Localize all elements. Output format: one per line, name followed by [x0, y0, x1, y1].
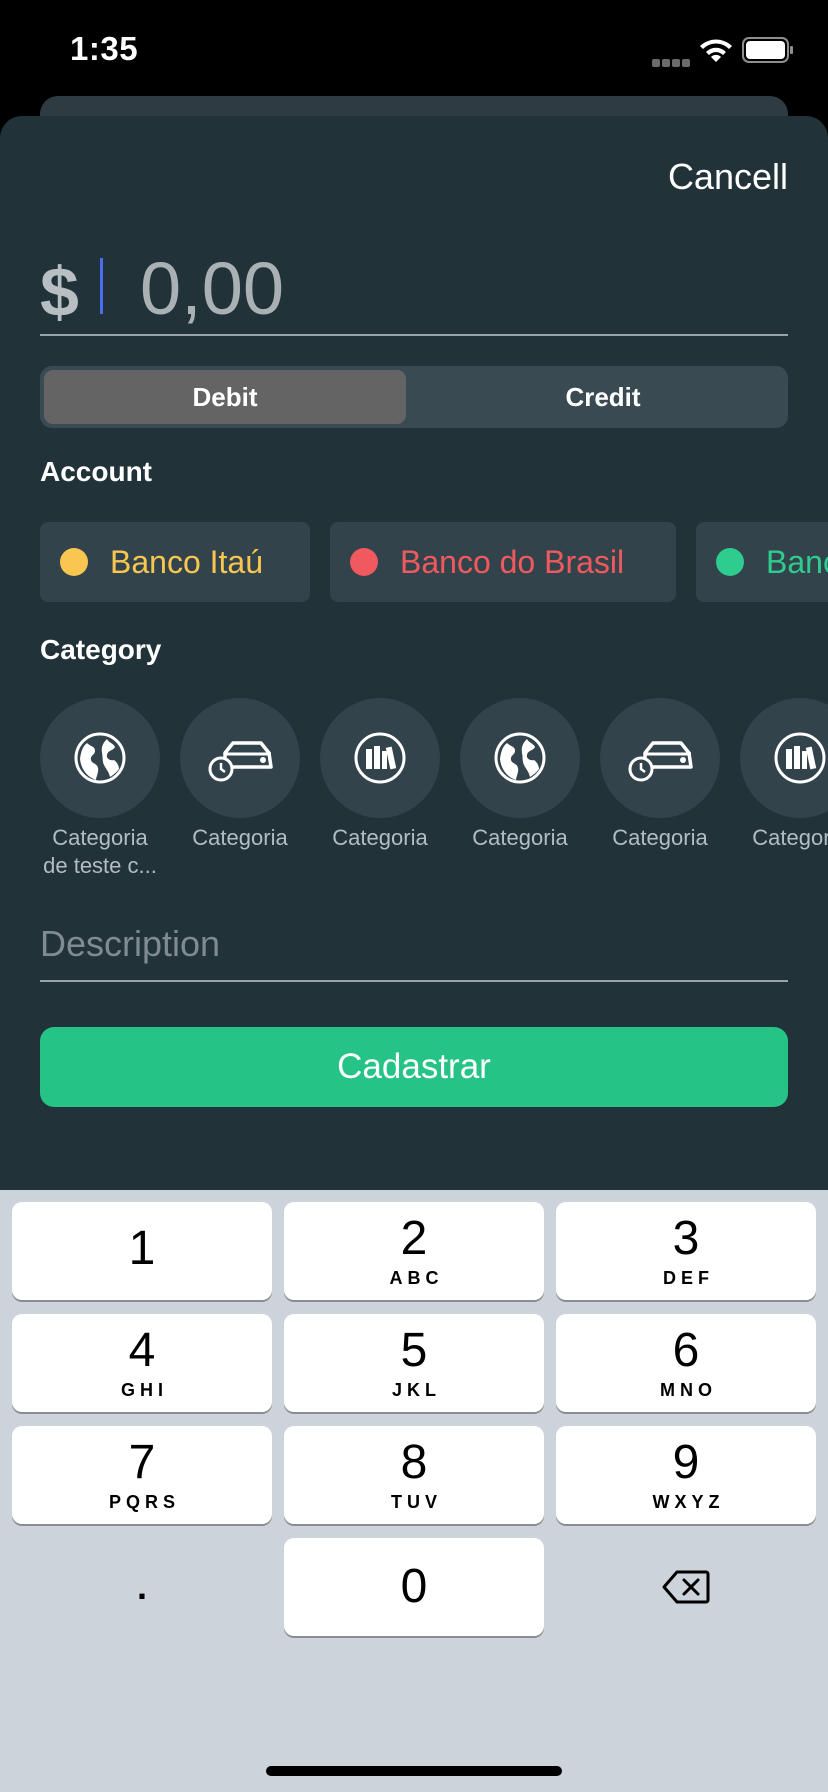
backspace-icon: [662, 1570, 710, 1604]
category-icon-circle: [320, 698, 440, 818]
text-caret: [100, 258, 103, 314]
books-icon: [774, 732, 826, 784]
category-item[interactable]: Categoria: [460, 698, 580, 852]
key-letters: MNO: [660, 1379, 717, 1400]
category-icon-circle: [460, 698, 580, 818]
account-section-label: Account: [40, 456, 152, 487]
globe-icon: [494, 732, 546, 784]
category-icon-circle: [600, 698, 720, 818]
key-digit: 8: [400, 1435, 428, 1489]
key-digit: 0: [400, 1560, 428, 1613]
account-color-dot: [60, 548, 88, 576]
category-label: Categoria: [752, 825, 828, 850]
key-decimal-label: .: [136, 1566, 147, 1607]
category-icon-circle: [180, 698, 300, 818]
key-digit: 4: [128, 1323, 156, 1377]
account-color-dot: [716, 548, 744, 576]
key-letters: WXYZ: [652, 1491, 725, 1512]
car-clock-icon: [628, 741, 693, 782]
debit-credit-toggle: Debit Credit: [40, 366, 788, 428]
wifi-icon: [700, 39, 732, 62]
key-letters: DEF: [663, 1267, 714, 1288]
category-section-label: Category: [40, 634, 162, 665]
key-1[interactable]: 1: [12, 1202, 272, 1300]
home-indicator: [266, 1766, 562, 1776]
key-delete[interactable]: [556, 1538, 816, 1636]
description-field: [40, 912, 788, 982]
cadastrar-button[interactable]: Cadastrar: [40, 1027, 788, 1107]
key-7[interactable]: 7 PQRS: [12, 1426, 272, 1524]
account-card-banco-do-brasil[interactable]: Banco do Brasil: [330, 522, 676, 602]
debit-option[interactable]: Debit: [44, 370, 406, 424]
key-letters: PQRS: [108, 1491, 180, 1512]
status-bar: 1:35: [0, 0, 828, 100]
account-card-banco[interactable]: Banco: [696, 522, 828, 602]
key-6[interactable]: 6 MNO: [556, 1314, 816, 1412]
category-item[interactable]: Categoria: [180, 698, 300, 852]
key-digit: 5: [400, 1323, 428, 1377]
globe-icon: [74, 732, 126, 784]
key-digit: 6: [672, 1323, 700, 1377]
amount-field: $: [40, 246, 788, 336]
category-icon-circle: [40, 698, 160, 818]
key-letters: ABC: [389, 1267, 444, 1288]
category-item[interactable]: Categoria: [740, 698, 828, 852]
account-color-dot: [350, 548, 378, 576]
currency-symbol: $: [40, 253, 79, 331]
key-2[interactable]: 2 ABC: [284, 1202, 544, 1300]
category-icon-circle: [740, 698, 828, 818]
description-input[interactable]: [40, 912, 788, 976]
numeric-keyboard: 1 2 ABC 3 DEF 4 GHI 5 JKL 6 MNO 7 PQRS 8…: [0, 1190, 828, 1792]
category-list: Categoria de teste c... Categoria Catego…: [40, 698, 828, 888]
category-item[interactable]: Categoria: [600, 698, 720, 852]
account-name: Banco do Brasil: [400, 543, 625, 580]
key-digit: 3: [672, 1211, 700, 1265]
key-8[interactable]: 8 TUV: [284, 1426, 544, 1524]
key-digit: 9: [672, 1435, 700, 1489]
car-clock-icon: [208, 741, 273, 782]
key-5[interactable]: 5 JKL: [284, 1314, 544, 1412]
category-label: Categoria: [612, 825, 708, 850]
account-name: Banco: [766, 543, 828, 580]
category-label: Categoria: [332, 825, 428, 850]
transaction-sheet: Cancell $ Debit Credit Account Banco Ita…: [0, 116, 828, 1190]
category-item[interactable]: Categoria de teste c...: [40, 698, 160, 880]
credit-option[interactable]: Credit: [422, 370, 784, 424]
amount-input[interactable]: [140, 246, 780, 330]
status-time: 1:35: [70, 30, 139, 67]
key-0[interactable]: 0: [284, 1538, 544, 1636]
key-decimal[interactable]: .: [12, 1538, 272, 1636]
key-3[interactable]: 3 DEF: [556, 1202, 816, 1300]
key-digit: 1: [128, 1222, 156, 1275]
battery-icon: [742, 37, 793, 63]
category-label: Categoria: [472, 825, 568, 850]
key-digit: 7: [128, 1435, 156, 1489]
key-digit: 2: [400, 1211, 428, 1265]
books-icon: [354, 732, 406, 784]
key-letters: GHI: [120, 1379, 168, 1400]
key-9[interactable]: 9 WXYZ: [556, 1426, 816, 1524]
cancel-button[interactable]: Cancell: [668, 156, 788, 198]
key-4[interactable]: 4 GHI: [12, 1314, 272, 1412]
category-label: Categoria de teste c...: [43, 825, 157, 878]
cellular-signal-icon: [652, 54, 692, 67]
category-item[interactable]: Categoria: [320, 698, 440, 852]
key-letters: JKL: [391, 1379, 441, 1400]
account-card-banco-itau[interactable]: Banco Itaú: [40, 522, 310, 602]
key-letters: TUV: [391, 1491, 442, 1512]
account-name: Banco Itaú: [110, 543, 263, 580]
category-label: Categoria: [192, 825, 288, 850]
account-list: Banco Itaú Banco do Brasil Banco: [40, 522, 828, 602]
